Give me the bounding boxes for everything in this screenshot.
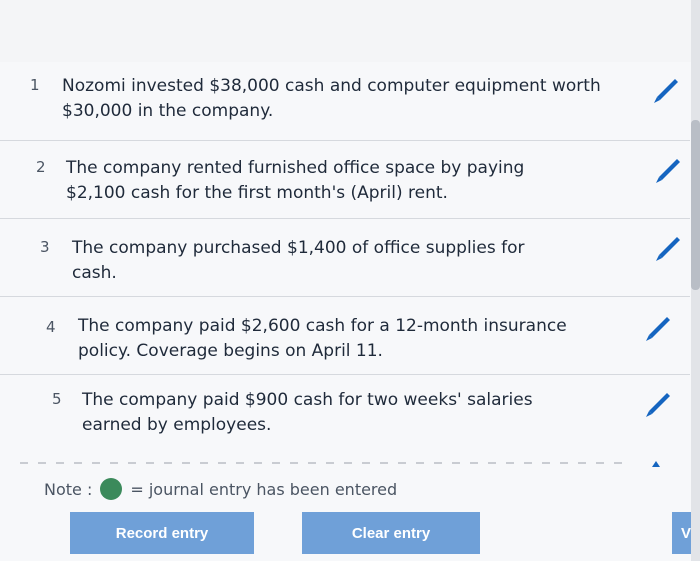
entry-number: 3 <box>40 238 50 256</box>
pencil-icon[interactable] <box>648 72 682 106</box>
entry-number: 1 <box>30 76 40 94</box>
entry-text: The company paid $2,600 cash for a 12-mo… <box>78 316 567 361</box>
pencil-icon[interactable] <box>640 310 674 344</box>
note-label: Note : <box>44 479 93 499</box>
entry-text: The company rented furnished office spac… <box>66 158 525 203</box>
note-text: = journal entry has been entered <box>130 479 398 499</box>
entry-row-1[interactable]: 1 Nozomi invested $38,000 cash and compu… <box>0 62 690 141</box>
entry-text: The company purchased $1,400 of office s… <box>72 238 525 283</box>
entry-number: 4 <box>46 318 56 336</box>
entry-text: Nozomi invested $38,000 cash and compute… <box>62 76 601 121</box>
scroll-thumb[interactable] <box>691 120 700 290</box>
pencil-icon[interactable] <box>640 386 674 420</box>
entry-number: 2 <box>36 158 46 176</box>
entry-row-5[interactable]: 5 The company paid $900 cash for two wee… <box>0 374 690 446</box>
divider <box>20 462 630 464</box>
record-entry-button[interactable]: Record entry <box>70 512 254 554</box>
entry-number: 5 <box>52 390 62 408</box>
entry-row-3[interactable]: 3 The company purchased $1,400 of office… <box>0 218 690 297</box>
top-band <box>0 0 700 62</box>
entered-status-dot <box>100 478 123 500</box>
clear-entry-button[interactable]: Clear entry <box>302 512 480 554</box>
entry-row-4[interactable]: 4 The company paid $2,600 cash for a 12-… <box>0 296 690 375</box>
entry-row-2[interactable]: 2 The company rented furnished office sp… <box>0 140 690 219</box>
pencil-icon[interactable] <box>650 152 684 186</box>
legend-note: Note : = journal entry has been entered <box>44 478 397 500</box>
pencil-icon[interactable] <box>650 230 684 264</box>
chevron-up-icon[interactable] <box>650 458 662 470</box>
entry-text: The company paid $900 cash for two weeks… <box>82 390 533 435</box>
